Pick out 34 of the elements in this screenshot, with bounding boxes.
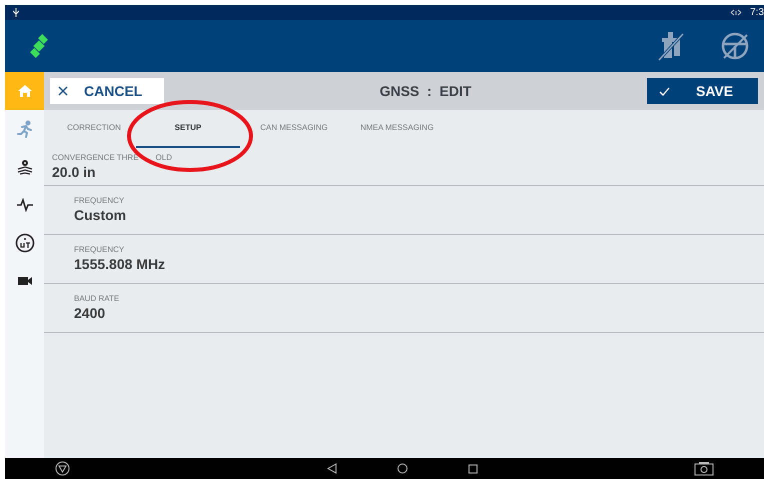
recents-icon[interactable]	[468, 464, 478, 474]
home-icon	[16, 83, 32, 99]
camera-icon[interactable]	[694, 461, 714, 476]
ut-icon	[14, 233, 34, 253]
field-label: FREQUENCY	[74, 196, 124, 206]
home-circle-icon[interactable]	[396, 463, 408, 474]
field-value[interactable]: 20.0 in	[52, 162, 96, 180]
field-label-end: OLD	[156, 152, 172, 162]
field-value[interactable]: Custom	[74, 206, 126, 224]
field-value[interactable]: 1555.808 MHz	[74, 255, 166, 273]
tab[interactable]: NMEA MESSAGING	[342, 110, 452, 148]
tab[interactable]: SETUP	[136, 110, 240, 148]
save-button[interactable]: SAVE	[646, 78, 758, 104]
page-title: GNSS : EDIT	[380, 82, 472, 100]
gear-layers-icon	[16, 158, 34, 176]
clock-text: 7:3	[750, 6, 764, 20]
field-label: BAUD RATE	[74, 294, 120, 304]
logo-icon[interactable]	[55, 461, 70, 476]
usb-icon	[13, 8, 19, 17]
tab[interactable]: CAN MESSAGING	[246, 110, 342, 148]
back-icon[interactable]	[326, 463, 336, 474]
field-label: FREQUENCY	[74, 245, 124, 255]
video-camera-icon	[16, 275, 32, 287]
cancel-button[interactable]: CANCEL	[50, 78, 164, 104]
field-value[interactable]: 2400	[74, 304, 106, 322]
signal-icon	[730, 9, 742, 16]
tab[interactable]: CORRECTION	[52, 110, 136, 148]
pulse-icon	[16, 198, 34, 212]
check-icon	[658, 86, 670, 96]
runner-icon	[16, 120, 34, 138]
steering-off-icon[interactable]	[720, 31, 750, 61]
field-label: CONVERGENCE THRE	[52, 152, 139, 162]
close-icon	[58, 86, 68, 96]
vehicle-off-icon[interactable]	[656, 30, 686, 62]
